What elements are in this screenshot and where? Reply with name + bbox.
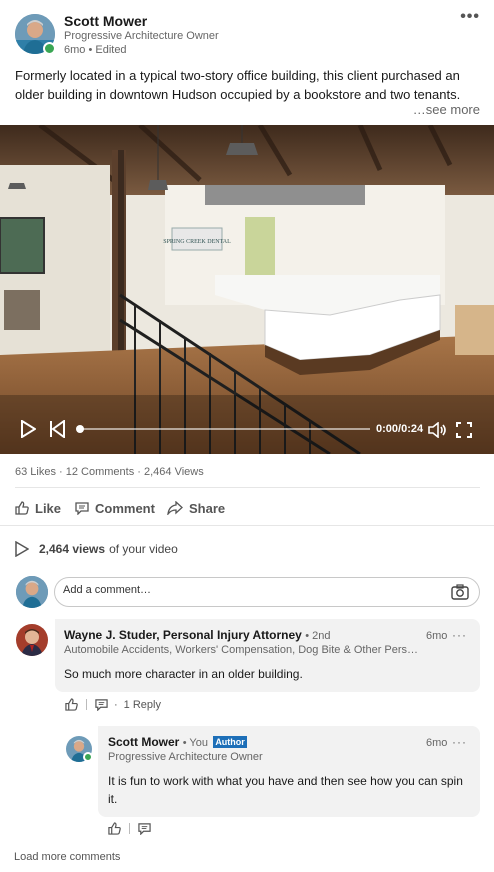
fullscreen-icon[interactable] (456, 422, 472, 441)
comment-time: 6mo (426, 630, 448, 642)
action-bar: Like Comment Share (0, 495, 494, 521)
play-outline-icon (15, 541, 29, 557)
share-button[interactable]: Share (167, 495, 225, 521)
author-avatar[interactable] (15, 14, 56, 55)
author-name[interactable]: Scott Mower (64, 13, 147, 29)
comment-options-icon[interactable]: ··· (452, 628, 467, 642)
post-text: Formerly located in a typical two-story … (15, 68, 461, 102)
commenter-avatar[interactable] (16, 624, 48, 656)
reply-icon[interactable] (95, 698, 108, 711)
more-options-icon[interactable]: ••• (460, 8, 480, 26)
reply-options-icon[interactable]: ··· (452, 735, 467, 749)
reply-count[interactable]: 1 Reply (124, 699, 161, 711)
video-frame-image: SPRING CREEK DENTAL (0, 125, 494, 454)
like-button[interactable]: Like (15, 495, 61, 521)
connection-degree: • 2nd (305, 630, 331, 642)
divider (0, 525, 494, 526)
video-views-row[interactable]: 2,464 views of your video (15, 540, 178, 558)
post-header: Scott Mower Progressive Architecture Own… (0, 0, 494, 64)
share-label: Share (189, 500, 226, 516)
commenter-headline: Automobile Accidents, Workers' Compensat… (64, 644, 419, 656)
comment-input-box[interactable] (54, 577, 480, 607)
share-icon (167, 501, 183, 515)
play-icon[interactable] (20, 419, 37, 441)
like-icon[interactable] (65, 698, 78, 711)
divider (15, 487, 480, 488)
rewind-icon[interactable] (49, 419, 65, 441)
volume-icon[interactable] (428, 421, 448, 441)
see-more-link[interactable]: …see more (413, 102, 480, 117)
you-label: • You (182, 737, 208, 749)
camera-icon[interactable] (451, 584, 469, 603)
reply-author-name[interactable]: Scott Mower • You Author (108, 735, 247, 749)
reply-author-headline: Progressive Architecture Owner (108, 751, 263, 763)
comment-icon (75, 502, 89, 515)
views-count: 2,464 views (39, 542, 106, 556)
like-icon[interactable] (108, 822, 121, 835)
comment-text: So much more character in an older build… (64, 667, 303, 681)
comment-button[interactable]: Comment (75, 495, 155, 521)
like-icon (15, 501, 29, 515)
reply-icon[interactable] (138, 822, 151, 835)
clinic-sign-text: SPRING CREEK DENTAL (163, 239, 231, 245)
commenter-name[interactable]: Wayne J. Studer, Personal Injury Attorne… (64, 628, 330, 642)
video-player[interactable]: SPRING CREEK DENTAL 0:00/0:24 (0, 125, 494, 454)
online-status-dot (83, 752, 93, 762)
reply-actions (108, 822, 151, 835)
post-meta: 6mo • Edited (64, 44, 127, 56)
load-more-comments-link[interactable]: Load more comments (14, 851, 120, 863)
video-progress-knob[interactable] (76, 425, 84, 433)
social-counts[interactable]: 63 Likes · 12 Comments · 2,464 Views (15, 466, 204, 478)
my-avatar (16, 576, 48, 608)
comment-input[interactable] (63, 584, 443, 596)
video-progress-track[interactable] (80, 428, 370, 430)
video-time: 0:00/0:24 (376, 423, 424, 435)
author-headline: Progressive Architecture Owner (64, 30, 219, 42)
online-status-dot (43, 42, 56, 55)
views-suffix: of your video (109, 542, 178, 556)
like-label: Like (35, 500, 62, 516)
comment-label: Comment (95, 500, 155, 516)
reply-text: It is fun to work with what you have and… (108, 774, 463, 806)
reply-time: 6mo (426, 737, 448, 749)
comment-actions: · 1 Reply (65, 698, 161, 711)
linkedin-post-page: Scott Mower Progressive Architecture Own… (0, 0, 494, 872)
author-badge: Author (213, 736, 247, 748)
